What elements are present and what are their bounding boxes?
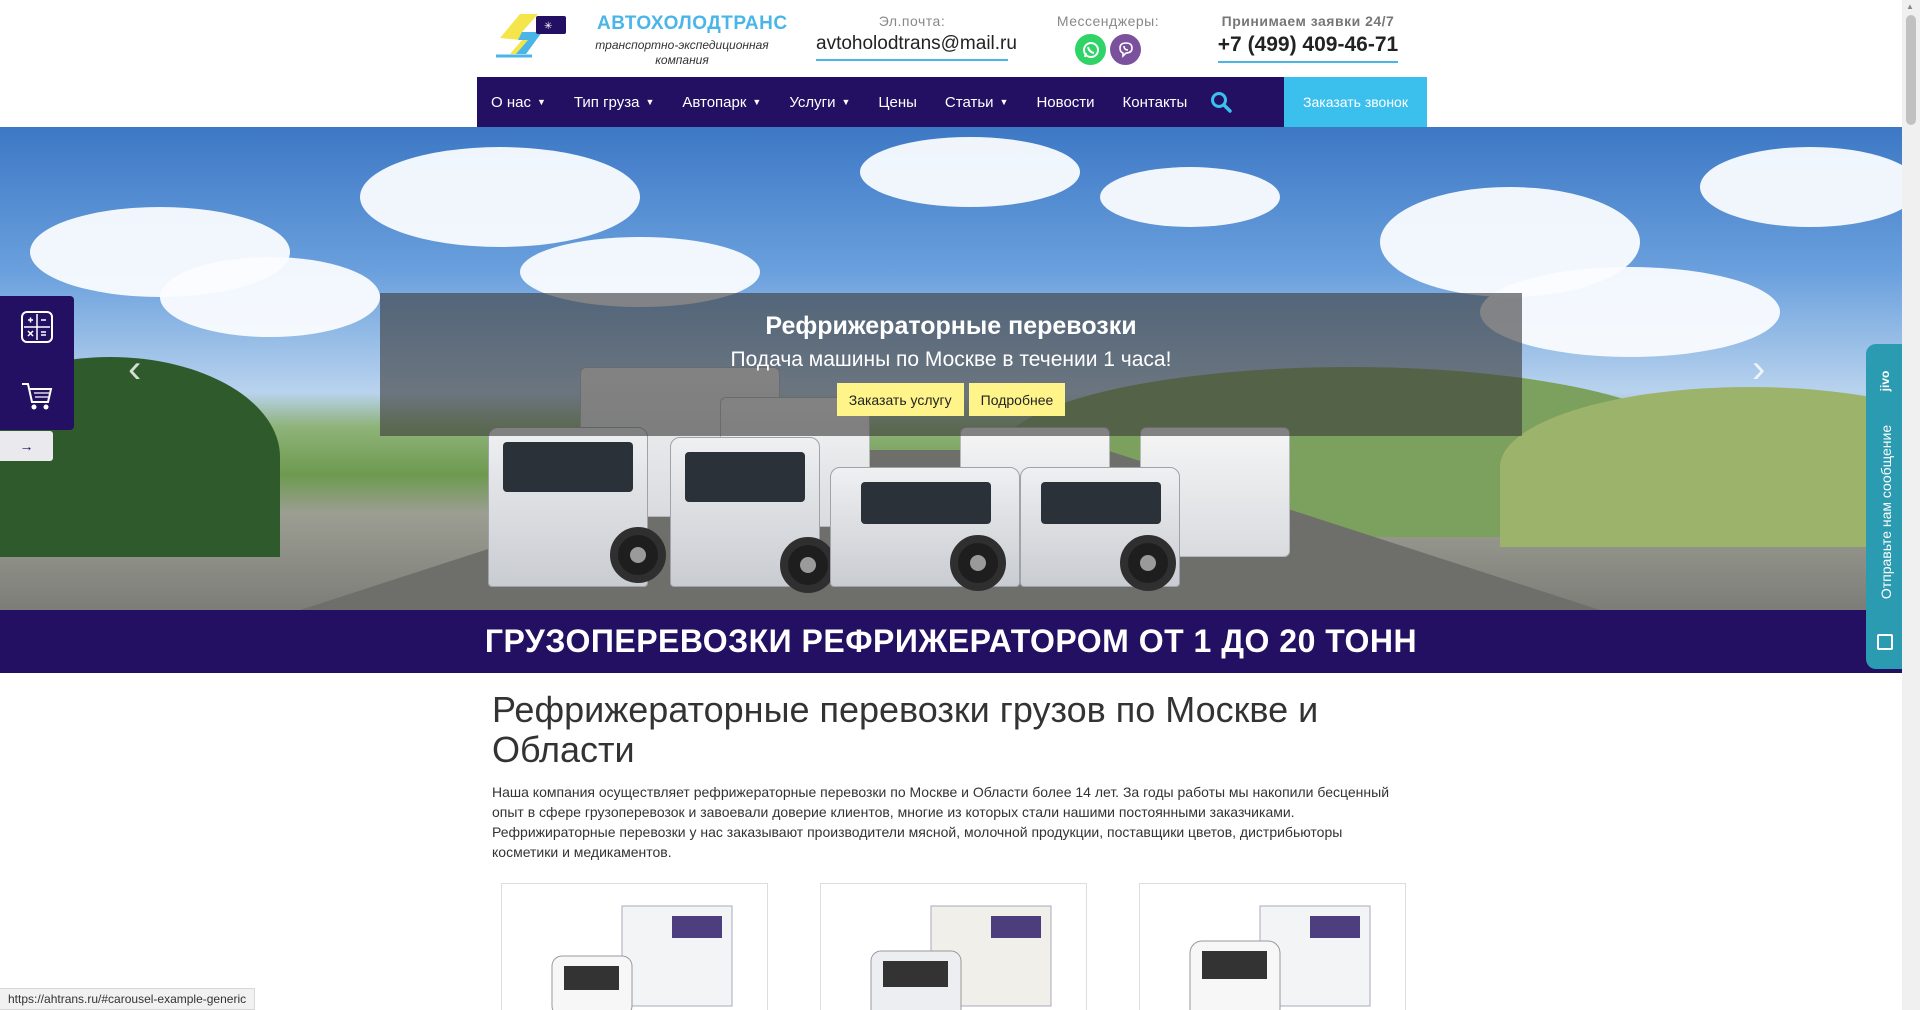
nav-label: Автопарк	[682, 93, 747, 111]
cloud	[1100, 167, 1280, 227]
nav-item-services[interactable]: Услуги ▼	[775, 77, 864, 127]
fleet-card[interactable]	[501, 883, 768, 1010]
scrollbar[interactable]: ▲	[1902, 0, 1920, 1010]
logo-tagline: транспортно-экспедиционная компания	[595, 38, 769, 67]
cloud	[1700, 147, 1902, 227]
main-nav: О нас ▼ Тип груза ▼ Автопарк ▼ Услуги ▼ Цены…	[477, 77, 1427, 127]
chat-widget[interactable]: jivo Отправьте нам сообщение	[1866, 344, 1904, 669]
messengers-label: Мессенджеры:	[1056, 13, 1160, 29]
caret-down-icon: ▼	[645, 97, 655, 107]
caret-down-icon: ▼	[999, 97, 1009, 107]
svg-text:✳: ✳	[544, 21, 552, 32]
main-content: Рефрижераторные перевозки грузов по Моск…	[492, 690, 1392, 862]
wheel	[1120, 535, 1176, 591]
cloud	[360, 147, 640, 247]
nav-label: Статьи	[944, 93, 994, 111]
more-info-button[interactable]: Подробнее	[968, 383, 1066, 416]
whatsapp-icon[interactable]	[1075, 34, 1106, 65]
van-image	[1189, 905, 1371, 1010]
nav-item-news[interactable]: Новости	[1022, 77, 1108, 127]
nav-label: Тип груза	[573, 93, 640, 111]
nav-label: Контакты	[1122, 93, 1188, 111]
nav-item-prices[interactable]: Цены	[864, 77, 931, 127]
logo[interactable]: ✳ АВТОХОЛОДТРАНС транспортно-экспедицион…	[492, 10, 792, 70]
nav-item-contacts[interactable]: Контакты	[1109, 77, 1202, 127]
chevron-left-icon[interactable]: ‹	[128, 347, 141, 392]
request-call-button[interactable]: Заказать звонок	[1284, 77, 1427, 127]
van-image	[551, 905, 733, 1010]
viber-icon[interactable]	[1110, 34, 1141, 65]
fleet-card[interactable]	[820, 883, 1087, 1010]
cloud	[860, 137, 1080, 207]
cloud	[160, 257, 380, 337]
nav-item-cargo-type[interactable]: Тип груза ▼	[560, 77, 668, 127]
phone-link[interactable]: +7 (499) 409-46-71	[1217, 33, 1399, 63]
email-link[interactable]: avtoholodtrans@mail.ru	[816, 33, 1017, 61]
side-tools-panel	[0, 296, 74, 430]
nav-item-articles[interactable]: Статьи ▼	[931, 77, 1023, 127]
nav-label: Цены	[878, 93, 917, 111]
cart-icon[interactable]	[20, 378, 54, 412]
order-service-button[interactable]: Заказать услугу	[836, 383, 964, 416]
scroll-up-icon[interactable]: ▲	[1906, 2, 1914, 11]
banner-text: ГРУЗОПЕРЕВОЗКИ РЕФРИЖЕРАТОРОМ ОТ 1 ДО 20…	[484, 623, 1418, 659]
phone-block: Принимаем заявки 24/7 +7 (499) 409-46-71	[1208, 13, 1408, 63]
wheel	[610, 527, 666, 583]
email-block: Эл.почта: avtoholodtrans@mail.ru	[816, 13, 1017, 61]
nav-label: Новости	[1036, 93, 1095, 111]
browser-status-url: https://ahtrans.ru/#carousel-example-gen…	[0, 988, 256, 1010]
caret-down-icon: ▼	[841, 97, 851, 107]
logo-mark-icon: ✳	[496, 14, 566, 58]
page-title: Рефрижераторные перевозки грузов по Моск…	[492, 689, 1319, 770]
hero-caption: Рефрижераторные перевозки Подача машины …	[380, 293, 1522, 436]
fleet-cards	[501, 883, 1406, 1010]
hero-title: Рефрижераторные перевозки	[765, 312, 1137, 340]
email-label: Эл.почта:	[878, 13, 946, 29]
phone-label: Принимаем заявки 24/7	[1221, 13, 1395, 29]
chevron-right-icon[interactable]: ›	[1752, 347, 1765, 392]
hero-carousel: ‹ › Рефрижераторные перевозки Подача маш…	[0, 127, 1902, 610]
page: ✳ АВТОХОЛОДТРАНС транспортно-экспедицион…	[0, 0, 1920, 1010]
site-header: ✳ АВТОХОЛОДТРАНС транспортно-экспедицион…	[0, 0, 1902, 127]
wheel	[780, 537, 836, 593]
messengers-block: Мессенджеры:	[1048, 13, 1168, 65]
chat-icon	[1877, 634, 1893, 650]
logo-title: АВТОХОЛОДТРАНС	[597, 13, 788, 34]
fleet-card[interactable]	[1139, 883, 1406, 1010]
caret-down-icon: ▼	[752, 97, 762, 107]
scroll-thumb[interactable]	[1906, 15, 1916, 125]
nav-label: Услуги	[789, 93, 836, 111]
chat-widget-label: Отправьте нам сообщение	[1878, 424, 1894, 600]
nav-label: О нас	[491, 93, 531, 111]
side-panel-toggle[interactable]: →	[0, 431, 53, 461]
wheel	[950, 535, 1006, 591]
cloud	[1480, 267, 1780, 357]
nav-item-fleet[interactable]: Автопарк ▼	[668, 77, 775, 127]
intro-paragraph: Наша компания осуществляет рефрижераторн…	[492, 784, 1390, 860]
tonnage-banner: ГРУЗОПЕРЕВОЗКИ РЕФРИЖЕРАТОРОМ ОТ 1 ДО 20…	[0, 610, 1902, 673]
hero-subtitle: Подача машины по Москве в течении 1 часа…	[730, 348, 1172, 371]
caret-down-icon: ▼	[536, 97, 546, 107]
search-icon[interactable]	[1201, 77, 1241, 127]
nav-item-about[interactable]: О нас ▼	[477, 77, 560, 127]
calculator-icon[interactable]	[20, 310, 54, 344]
van-image	[870, 905, 1052, 1010]
